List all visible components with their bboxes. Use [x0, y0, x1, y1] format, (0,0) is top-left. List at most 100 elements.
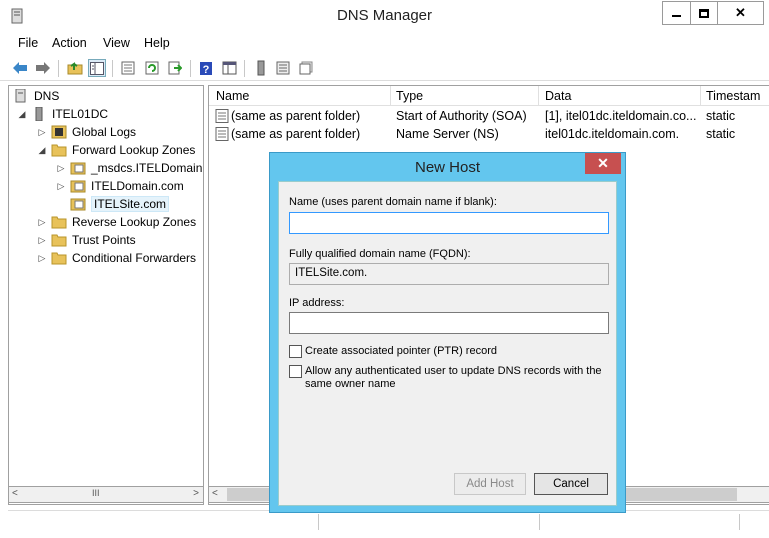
- tree-item-conditional-forwarders[interactable]: ▷ Conditional Forwarders: [37, 249, 197, 267]
- column-divider[interactable]: [390, 86, 391, 106]
- table-row[interactable]: (same as parent folder) Name Server (NS)…: [209, 125, 769, 143]
- refresh-button[interactable]: [143, 59, 161, 77]
- minimize-button[interactable]: [662, 1, 691, 25]
- dns-icon: [15, 89, 26, 103]
- toolbar: ?: [0, 55, 769, 81]
- tree-label: Reverse Lookup Zones: [72, 215, 197, 229]
- status-divider: [318, 514, 319, 530]
- tree-item-dns[interactable]: DNS: [13, 87, 59, 105]
- up-folder-icon: [67, 62, 83, 75]
- back-arrow-icon: [13, 62, 27, 74]
- expand-arrow-icon: ▷: [57, 162, 65, 173]
- tree-item-itelsite[interactable]: ITELSite.com: [56, 195, 170, 213]
- tree-label: ITEL01DC: [52, 107, 109, 121]
- zone-button[interactable]: [297, 59, 315, 77]
- title-bar[interactable]: DNS Manager ✕: [0, 0, 769, 30]
- cancel-button[interactable]: Cancel: [534, 473, 608, 495]
- menu-action[interactable]: Action: [52, 36, 87, 50]
- minimize-icon: [672, 15, 681, 17]
- properties-icon: [121, 61, 135, 75]
- column-type[interactable]: Type: [396, 89, 423, 103]
- authenticated-update-label-line1[interactable]: Allow any authenticated user to update D…: [305, 365, 602, 377]
- zone-icon: [70, 162, 86, 175]
- tree-item-global-logs[interactable]: ▷ Global Logs: [37, 123, 137, 141]
- expand-arrow-icon: ▷: [57, 180, 65, 191]
- dialog-title: New Host: [414, 159, 481, 176]
- table-row[interactable]: (same as parent folder) Start of Authori…: [209, 107, 769, 125]
- export-list-icon: [168, 61, 182, 75]
- new-host-dialog: New Host ✕ Name (uses parent domain name…: [269, 152, 626, 513]
- collapse-arrow-icon: ◢: [18, 108, 26, 119]
- tree-item-iteldomain[interactable]: ▷ ITELDomain.com: [56, 177, 184, 195]
- help-button[interactable]: ?: [197, 59, 215, 77]
- status-divider: [739, 514, 740, 530]
- column-data[interactable]: Data: [545, 89, 571, 103]
- folder-icon: [51, 144, 67, 157]
- dialog-body: Name (uses parent domain name if blank):…: [278, 181, 617, 506]
- record-icon: [215, 127, 229, 141]
- scroll-left-icon[interactable]: <: [12, 488, 18, 499]
- tree-horizontal-scrollbar[interactable]: < III >: [8, 486, 204, 503]
- add-host-button[interactable]: Add Host: [454, 473, 526, 495]
- menu-view[interactable]: View: [103, 36, 130, 50]
- scroll-left-icon[interactable]: <: [212, 488, 218, 499]
- name-label: Name (uses parent domain name if blank):: [289, 196, 497, 208]
- forward-button[interactable]: [34, 59, 52, 77]
- name-input[interactable]: [289, 212, 609, 234]
- expand-arrow-icon: ▷: [38, 216, 46, 227]
- properties-button[interactable]: [119, 59, 137, 77]
- console-tree[interactable]: DNS ◢ ITEL01DC ▷ Global Logs ◢ Forward L…: [8, 85, 204, 505]
- tree-item-server[interactable]: ◢ ITEL01DC: [17, 105, 108, 123]
- cell-type: Name Server (NS): [396, 127, 499, 141]
- tree-label: DNS: [34, 89, 60, 103]
- toolbar-separator: [112, 60, 113, 77]
- scroll-right-icon[interactable]: >: [193, 488, 199, 499]
- server-icon: [35, 107, 43, 121]
- authenticated-update-checkbox[interactable]: [289, 365, 302, 378]
- tree-label-selected: ITELSite.com: [91, 196, 170, 212]
- menu-help[interactable]: Help: [144, 36, 170, 50]
- fqdn-label: Fully qualified domain name (FQDN):: [289, 248, 471, 260]
- record-icon: [215, 109, 229, 123]
- column-divider[interactable]: [700, 86, 701, 106]
- expand-arrow-icon: ▷: [38, 126, 46, 137]
- scroll-thumb[interactable]: III: [92, 488, 100, 498]
- cell-timestamp: static: [706, 109, 736, 123]
- cell-timestamp: static: [706, 127, 736, 141]
- close-button[interactable]: ✕: [717, 1, 764, 25]
- fqdn-field: ITELSite.com.: [289, 263, 609, 285]
- maximize-icon: [699, 8, 709, 18]
- column-timestamp[interactable]: Timestam: [706, 89, 760, 103]
- tree-item-msdcs[interactable]: ▷ _msdcs.ITELDomain.c: [56, 159, 203, 177]
- cell-data: itel01dc.iteldomain.com.: [545, 127, 680, 141]
- toolbar-separator: [58, 60, 59, 77]
- menu-file[interactable]: File: [18, 36, 38, 50]
- expand-arrow-icon: ▷: [38, 252, 46, 263]
- ptr-checkbox[interactable]: [289, 345, 302, 358]
- tree-item-trust-points[interactable]: ▷ Trust Points: [37, 231, 136, 249]
- mmc-view-button[interactable]: [220, 59, 238, 77]
- maximize-button[interactable]: [690, 1, 718, 25]
- cell-name: (same as parent folder): [231, 109, 361, 123]
- tree-item-reverse-lookup-zones[interactable]: ▷ Reverse Lookup Zones: [37, 213, 197, 231]
- cell-name: (same as parent folder): [231, 127, 361, 141]
- window-title: DNS Manager: [336, 7, 433, 24]
- back-button[interactable]: [11, 59, 29, 77]
- authenticated-update-label-line2[interactable]: same owner name: [305, 378, 396, 390]
- column-name[interactable]: Name: [216, 89, 249, 103]
- server-button[interactable]: [252, 59, 270, 77]
- ip-address-input[interactable]: [289, 312, 609, 334]
- toolbar-separator: [190, 60, 191, 77]
- tree-label: ITELDomain.com: [91, 179, 184, 193]
- toolbar-separator: [244, 60, 245, 77]
- column-divider[interactable]: [538, 86, 539, 106]
- tree-item-forward-lookup-zones[interactable]: ◢ Forward Lookup Zones: [37, 141, 196, 159]
- close-icon: ✕: [597, 155, 609, 171]
- show-hide-tree-button[interactable]: [88, 59, 106, 77]
- ptr-label[interactable]: Create associated pointer (PTR) record: [305, 345, 497, 357]
- dialog-close-button[interactable]: ✕: [585, 153, 621, 174]
- up-one-level-button[interactable]: [66, 59, 84, 77]
- list-view-button[interactable]: [274, 59, 292, 77]
- refresh-icon: [145, 61, 159, 75]
- export-list-button[interactable]: [166, 59, 184, 77]
